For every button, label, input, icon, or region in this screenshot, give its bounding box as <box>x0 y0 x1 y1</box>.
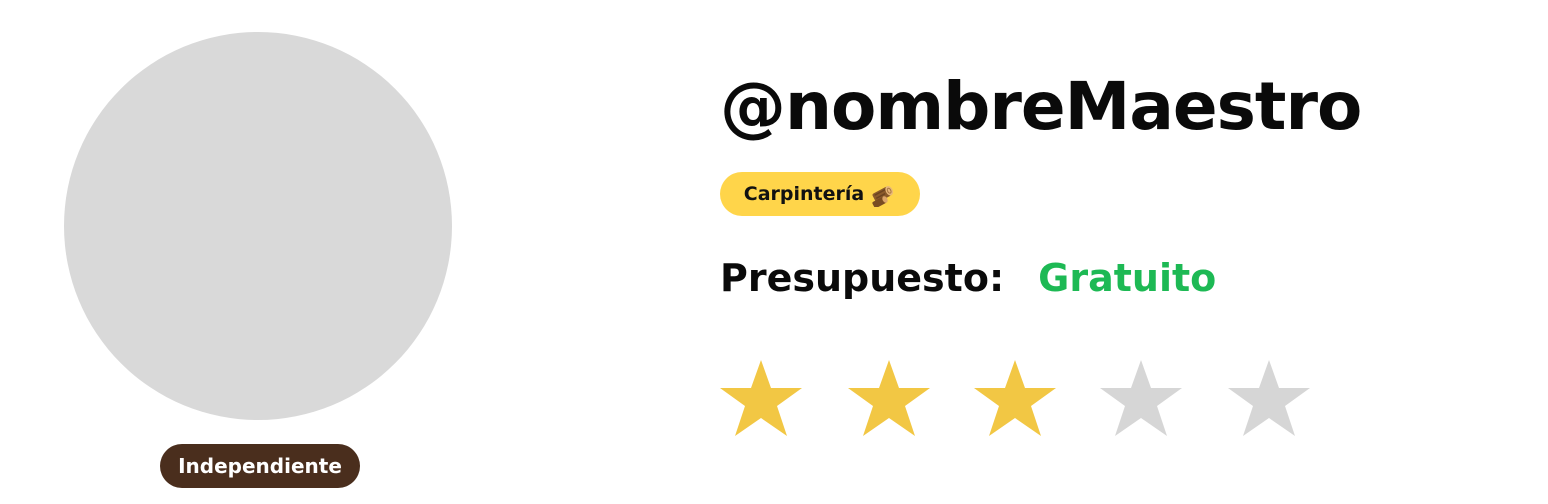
worker-type-badge: Independiente <box>160 444 360 488</box>
star-filled-icon <box>720 358 802 438</box>
star-filled-icon <box>974 358 1056 438</box>
avatar-placeholder <box>64 32 452 420</box>
star-filled-icon <box>848 358 930 438</box>
username-heading: @nombreMaestro <box>720 68 1362 145</box>
budget-row: Presupuesto: Gratuito <box>720 252 1216 304</box>
wood-log-icon <box>870 181 896 209</box>
budget-label: Presupuesto: <box>720 256 1005 300</box>
star-empty-icon <box>1100 358 1182 438</box>
star-empty-icon <box>1228 358 1310 438</box>
category-badge: Carpintería <box>720 172 920 216</box>
category-label: Carpintería <box>743 183 865 205</box>
budget-value: Gratuito <box>1038 256 1217 300</box>
star-rating <box>720 358 1320 438</box>
